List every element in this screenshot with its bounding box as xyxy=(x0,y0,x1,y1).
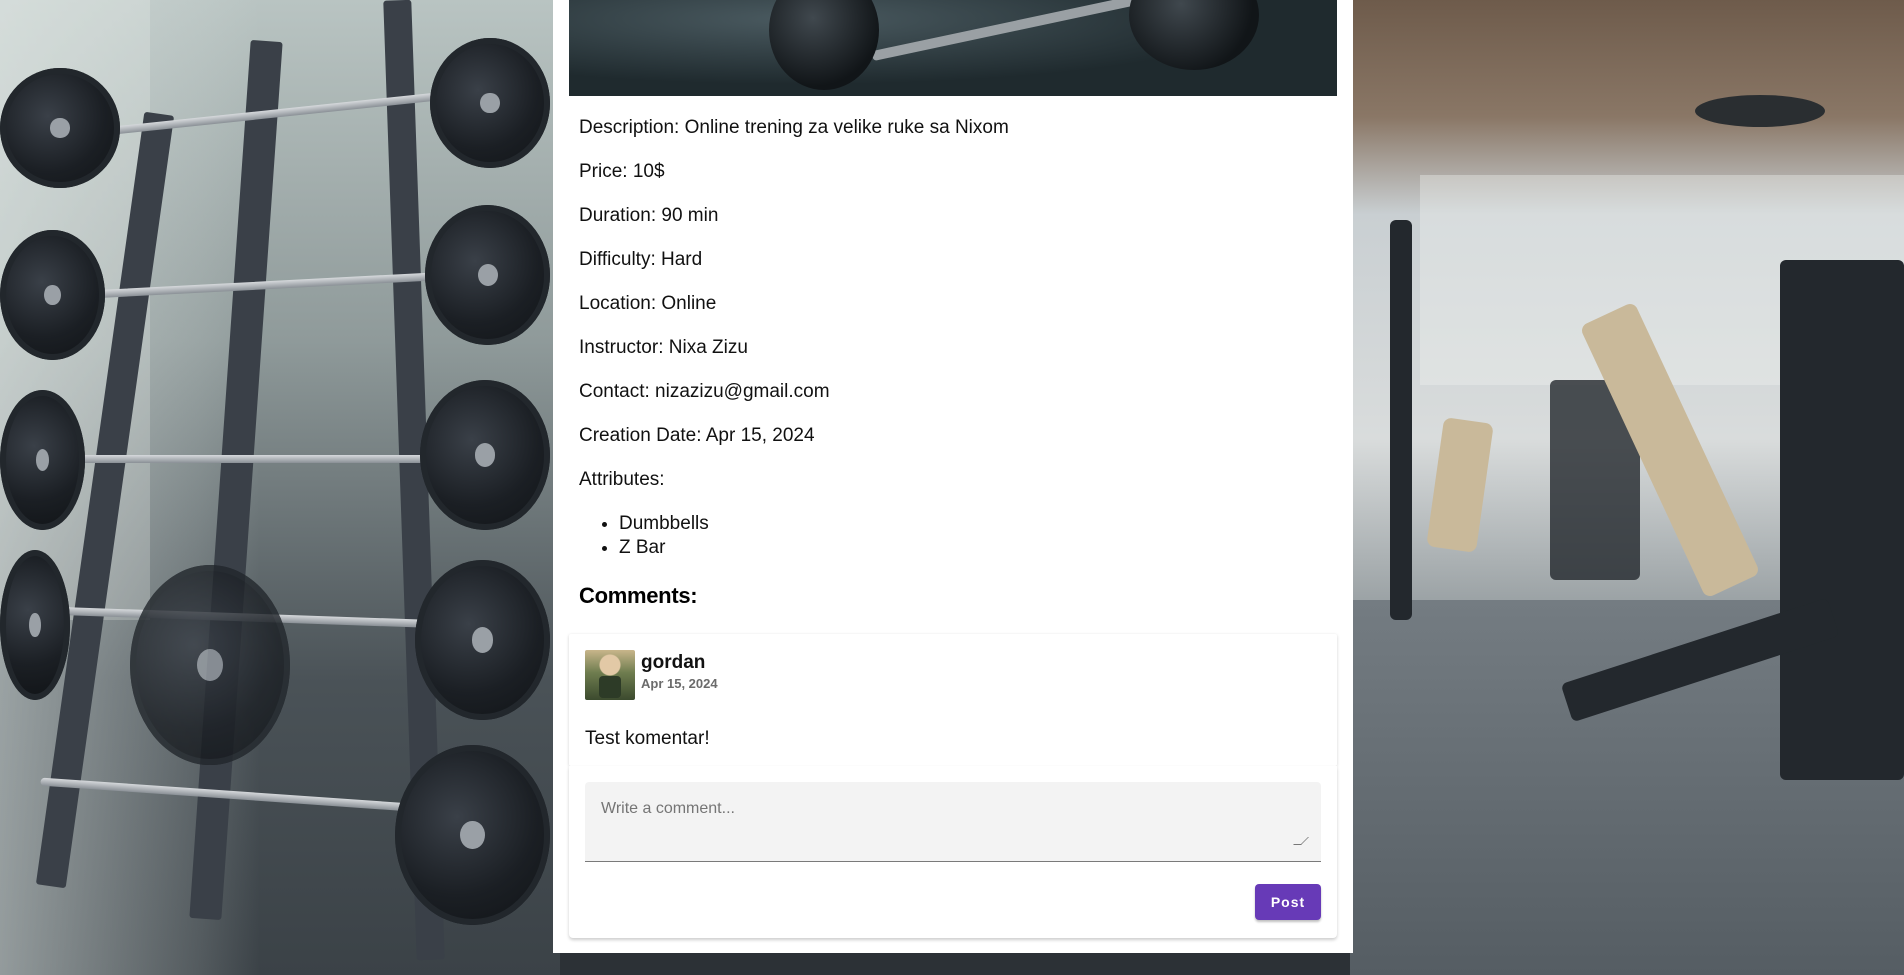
attributes-label: Attributes: xyxy=(579,469,665,490)
gym-machine xyxy=(1390,220,1412,620)
comment-date: Apr 15, 2024 xyxy=(641,676,718,691)
weight-plate xyxy=(420,380,550,530)
comments-heading: Comments: xyxy=(579,583,698,608)
difficulty-text: Difficulty: Hard xyxy=(579,249,703,270)
contact-text: Contact: nizazizu@gmail.com xyxy=(579,381,830,402)
comment-field xyxy=(585,782,1321,862)
post-button[interactable]: Post xyxy=(1255,884,1321,920)
comment-composer: Post xyxy=(569,766,1337,938)
gym-machine xyxy=(1780,260,1904,780)
instructor-text: Instructor: Nixa Zizu xyxy=(579,337,748,358)
training-detail-page: Description: Online trening za velike ru… xyxy=(553,0,1353,953)
training-details: Description: Online trening za velike ru… xyxy=(579,116,1319,560)
attributes-list: Dumbbells Z Bar xyxy=(579,512,1319,560)
weight-plate xyxy=(395,745,550,925)
attribute-item: Z Bar xyxy=(619,536,1319,560)
comment-input[interactable] xyxy=(585,782,1321,861)
weight-plate xyxy=(0,230,105,360)
comment-item: gordan Apr 15, 2024 Test komentar! xyxy=(569,634,1337,766)
weight-plate xyxy=(0,390,85,530)
weight-plate xyxy=(430,38,550,168)
weight-plate xyxy=(0,550,70,700)
training-image xyxy=(569,0,1337,96)
description-text: Description: Online trening za velike ru… xyxy=(579,117,1009,138)
hero-plate xyxy=(769,0,879,90)
price-text: Price: 10$ xyxy=(579,161,665,182)
user-avatar xyxy=(585,650,635,700)
weight-plate xyxy=(415,560,550,720)
location-text: Location: Online xyxy=(579,293,717,314)
duration-text: Duration: 90 min xyxy=(579,205,719,226)
weight-plate xyxy=(425,205,550,345)
ceiling-lamp xyxy=(1695,95,1825,127)
weight-plate xyxy=(130,565,290,765)
attribute-item: Dumbbells xyxy=(619,512,1319,536)
creation-date-text: Creation Date: Apr 15, 2024 xyxy=(579,425,815,446)
weight-plate xyxy=(0,68,120,188)
hero-barbell xyxy=(871,0,1167,62)
hero-plate xyxy=(1129,0,1259,70)
comment-text: Test komentar! xyxy=(585,728,710,749)
comment-username: gordan xyxy=(641,652,706,673)
